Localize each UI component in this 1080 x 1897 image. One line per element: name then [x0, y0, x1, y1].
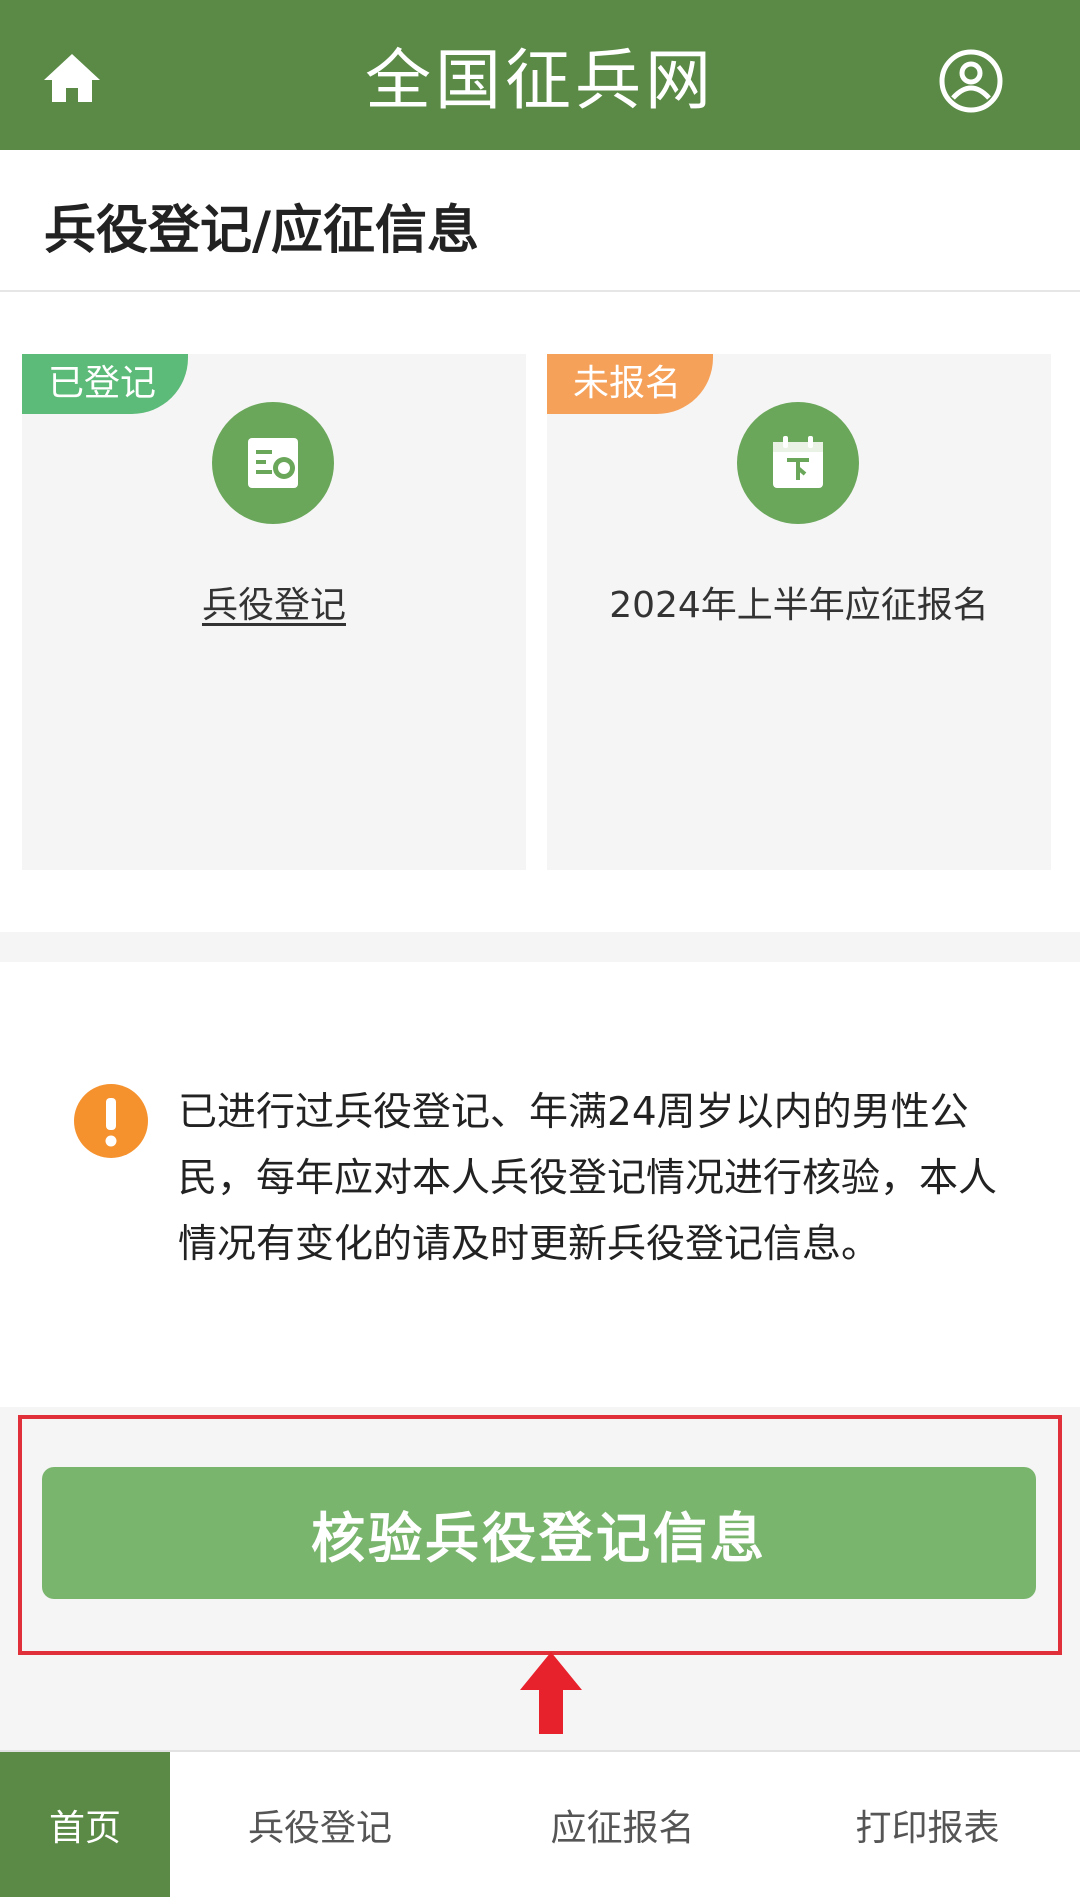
status-badge-registered: 已登记 [22, 354, 188, 414]
bottom-nav: 首页 兵役登记 应征报名 打印报表 [0, 1750, 1080, 1897]
status-cards: 已登记 兵役登记 未报名 2024年上半年应征报名 [0, 292, 1080, 932]
nav-military-registration[interactable]: 兵役登记 [170, 1752, 470, 1897]
card-label-enlistment: 2024年上半年应征报名 [609, 585, 989, 626]
verify-registration-button[interactable]: 核验兵役登记信息 [42, 1467, 1036, 1599]
up-arrow-icon [520, 1652, 582, 1734]
nav-home[interactable]: 首页 [0, 1752, 170, 1897]
page-title-bar: 兵役登记/应征信息 [0, 150, 1080, 292]
site-title: 全国征兵网 [365, 42, 715, 119]
card-military-registration[interactable]: 已登记 兵役登记 [22, 354, 526, 870]
top-header: 全国征兵网 [0, 0, 1080, 150]
card-label-registration[interactable]: 兵役登记 [22, 576, 526, 628]
home-icon[interactable] [42, 50, 102, 106]
warning-icon [74, 1084, 148, 1158]
app-root: 全国征兵网 兵役登记/应征信息 已登记 兵役登记 未报名 2024年上半年应征报… [0, 0, 1080, 1897]
notice-section: 已进行过兵役登记、年满24周岁以内的男性公民，每年应对本人兵役登记情况进行核验，… [0, 962, 1080, 1407]
notice-text: 已进行过兵役登记、年满24周岁以内的男性公民，每年应对本人兵役登记情况进行核验，… [178, 1090, 998, 1267]
calendar-download-icon [737, 402, 859, 524]
user-icon[interactable] [938, 48, 1004, 114]
page-title: 兵役登记/应征信息 [44, 201, 479, 261]
nav-enlistment-signup[interactable]: 应征报名 [470, 1752, 775, 1897]
card-enlistment-signup[interactable]: 未报名 2024年上半年应征报名 [547, 354, 1051, 870]
registration-form-icon [212, 402, 334, 524]
status-badge-not-signed: 未报名 [547, 354, 713, 414]
nav-print-report[interactable]: 打印报表 [775, 1752, 1080, 1897]
